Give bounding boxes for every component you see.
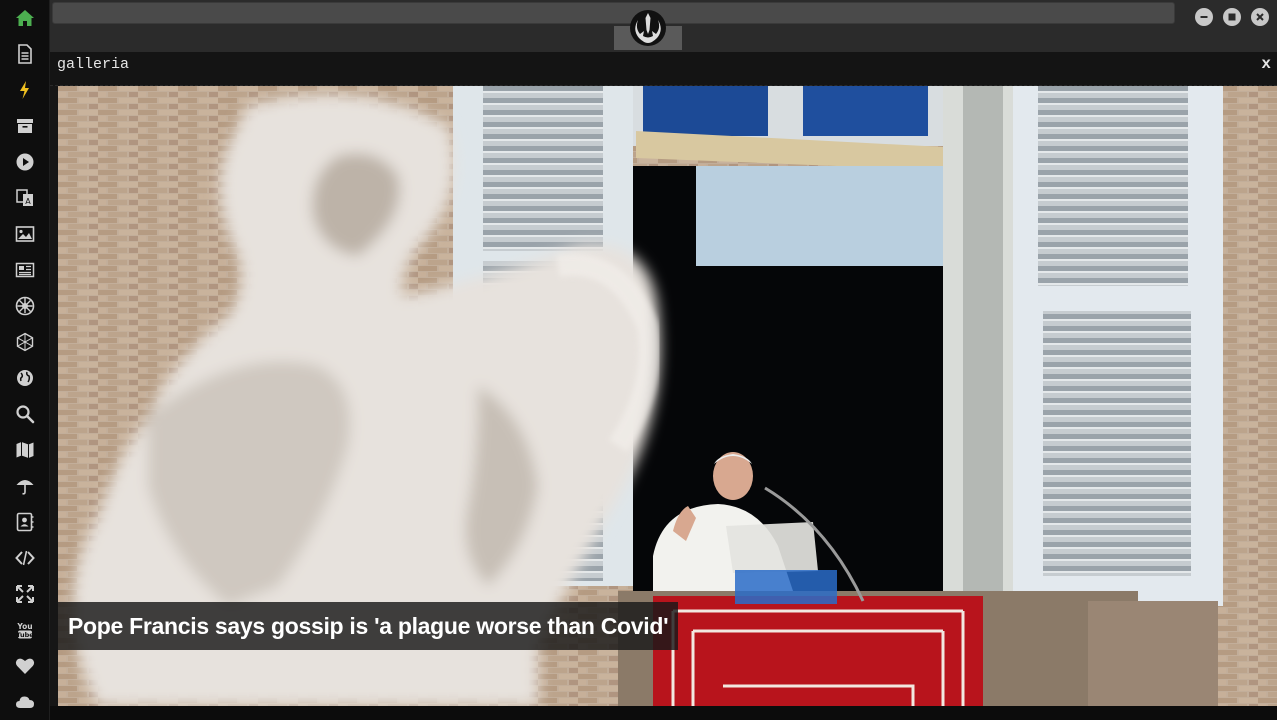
app-window: A You Tube galleria x Pope Francis says … — [0, 0, 1277, 720]
home-icon[interactable] — [12, 5, 38, 31]
address-bar[interactable] — [52, 2, 1175, 24]
svg-text:A: A — [25, 197, 31, 206]
heart-icon[interactable] — [12, 653, 38, 679]
svg-text:Tube: Tube — [16, 631, 34, 639]
umbrella-icon[interactable] — [12, 473, 38, 499]
image-caption: Pope Francis says gossip is 'a plague wo… — [58, 602, 679, 650]
panel-close-button[interactable]: x — [1261, 55, 1271, 73]
image-icon[interactable] — [12, 221, 38, 247]
archive-icon[interactable] — [12, 113, 38, 139]
empire-icon[interactable] — [12, 293, 38, 319]
panel-header: galleria x — [50, 52, 1277, 86]
cloud-icon[interactable] — [12, 689, 38, 715]
lightning-icon[interactable] — [12, 77, 38, 103]
sidebar: A You Tube — [0, 0, 50, 720]
newspaper-icon[interactable] — [12, 257, 38, 283]
bottom-strip — [50, 706, 1277, 720]
translate-icon[interactable]: A — [12, 185, 38, 211]
document-icon[interactable] — [12, 41, 38, 67]
play-icon[interactable] — [12, 149, 38, 175]
close-window-button[interactable] — [1251, 8, 1269, 26]
fullscreen-icon[interactable] — [12, 581, 38, 607]
title-bar — [50, 0, 1277, 52]
globe-icon[interactable] — [12, 365, 38, 391]
minimize-button[interactable] — [1195, 8, 1213, 26]
panel-title: galleria — [57, 56, 130, 73]
search-icon[interactable] — [12, 401, 38, 427]
svg-text:You: You — [16, 622, 32, 631]
youtube-icon[interactable]: You Tube — [12, 617, 38, 643]
hexagon-network-icon[interactable] — [12, 329, 38, 355]
code-icon[interactable] — [12, 545, 38, 571]
contacts-icon[interactable] — [12, 509, 38, 535]
rebel-alliance-logo[interactable] — [628, 8, 668, 48]
map-icon[interactable] — [12, 437, 38, 463]
maximize-button[interactable] — [1223, 8, 1241, 26]
gallery-image[interactable]: Pope Francis says gossip is 'a plague wo… — [58, 86, 1277, 706]
